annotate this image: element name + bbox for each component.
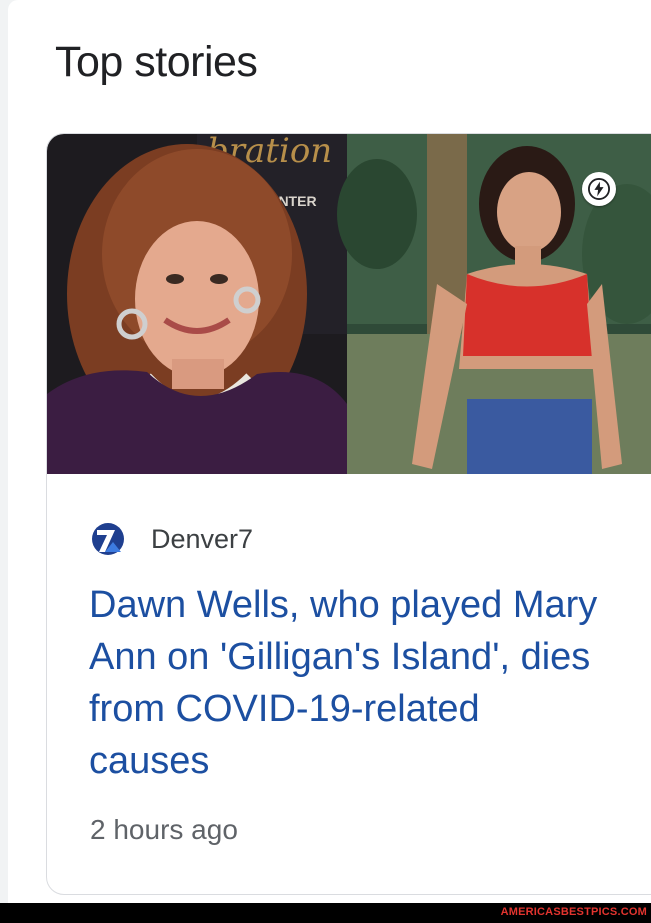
denver7-logo-icon bbox=[92, 523, 124, 555]
page: Top stories bration CENTER Denver7 Dawn … bbox=[0, 0, 651, 903]
story-headline-link[interactable]: Dawn Wells, who played Mary Ann on 'Gill… bbox=[89, 579, 609, 787]
watermark-text: AMERICASBESTPICS.COM bbox=[500, 906, 647, 918]
story-timestamp: 2 hours ago bbox=[90, 814, 238, 845]
source-row[interactable]: Denver7 bbox=[91, 521, 253, 557]
story-card[interactable]: bration CENTER Denver7 Dawn Wells, who p… bbox=[46, 133, 651, 895]
story-thumbnail[interactable]: bration CENTER bbox=[47, 134, 651, 474]
story-image: bration CENTER bbox=[47, 134, 651, 474]
source-name: Denver7 bbox=[151, 523, 254, 554]
amp-lightning-icon bbox=[582, 172, 616, 206]
section-title: Top stories bbox=[55, 38, 258, 86]
